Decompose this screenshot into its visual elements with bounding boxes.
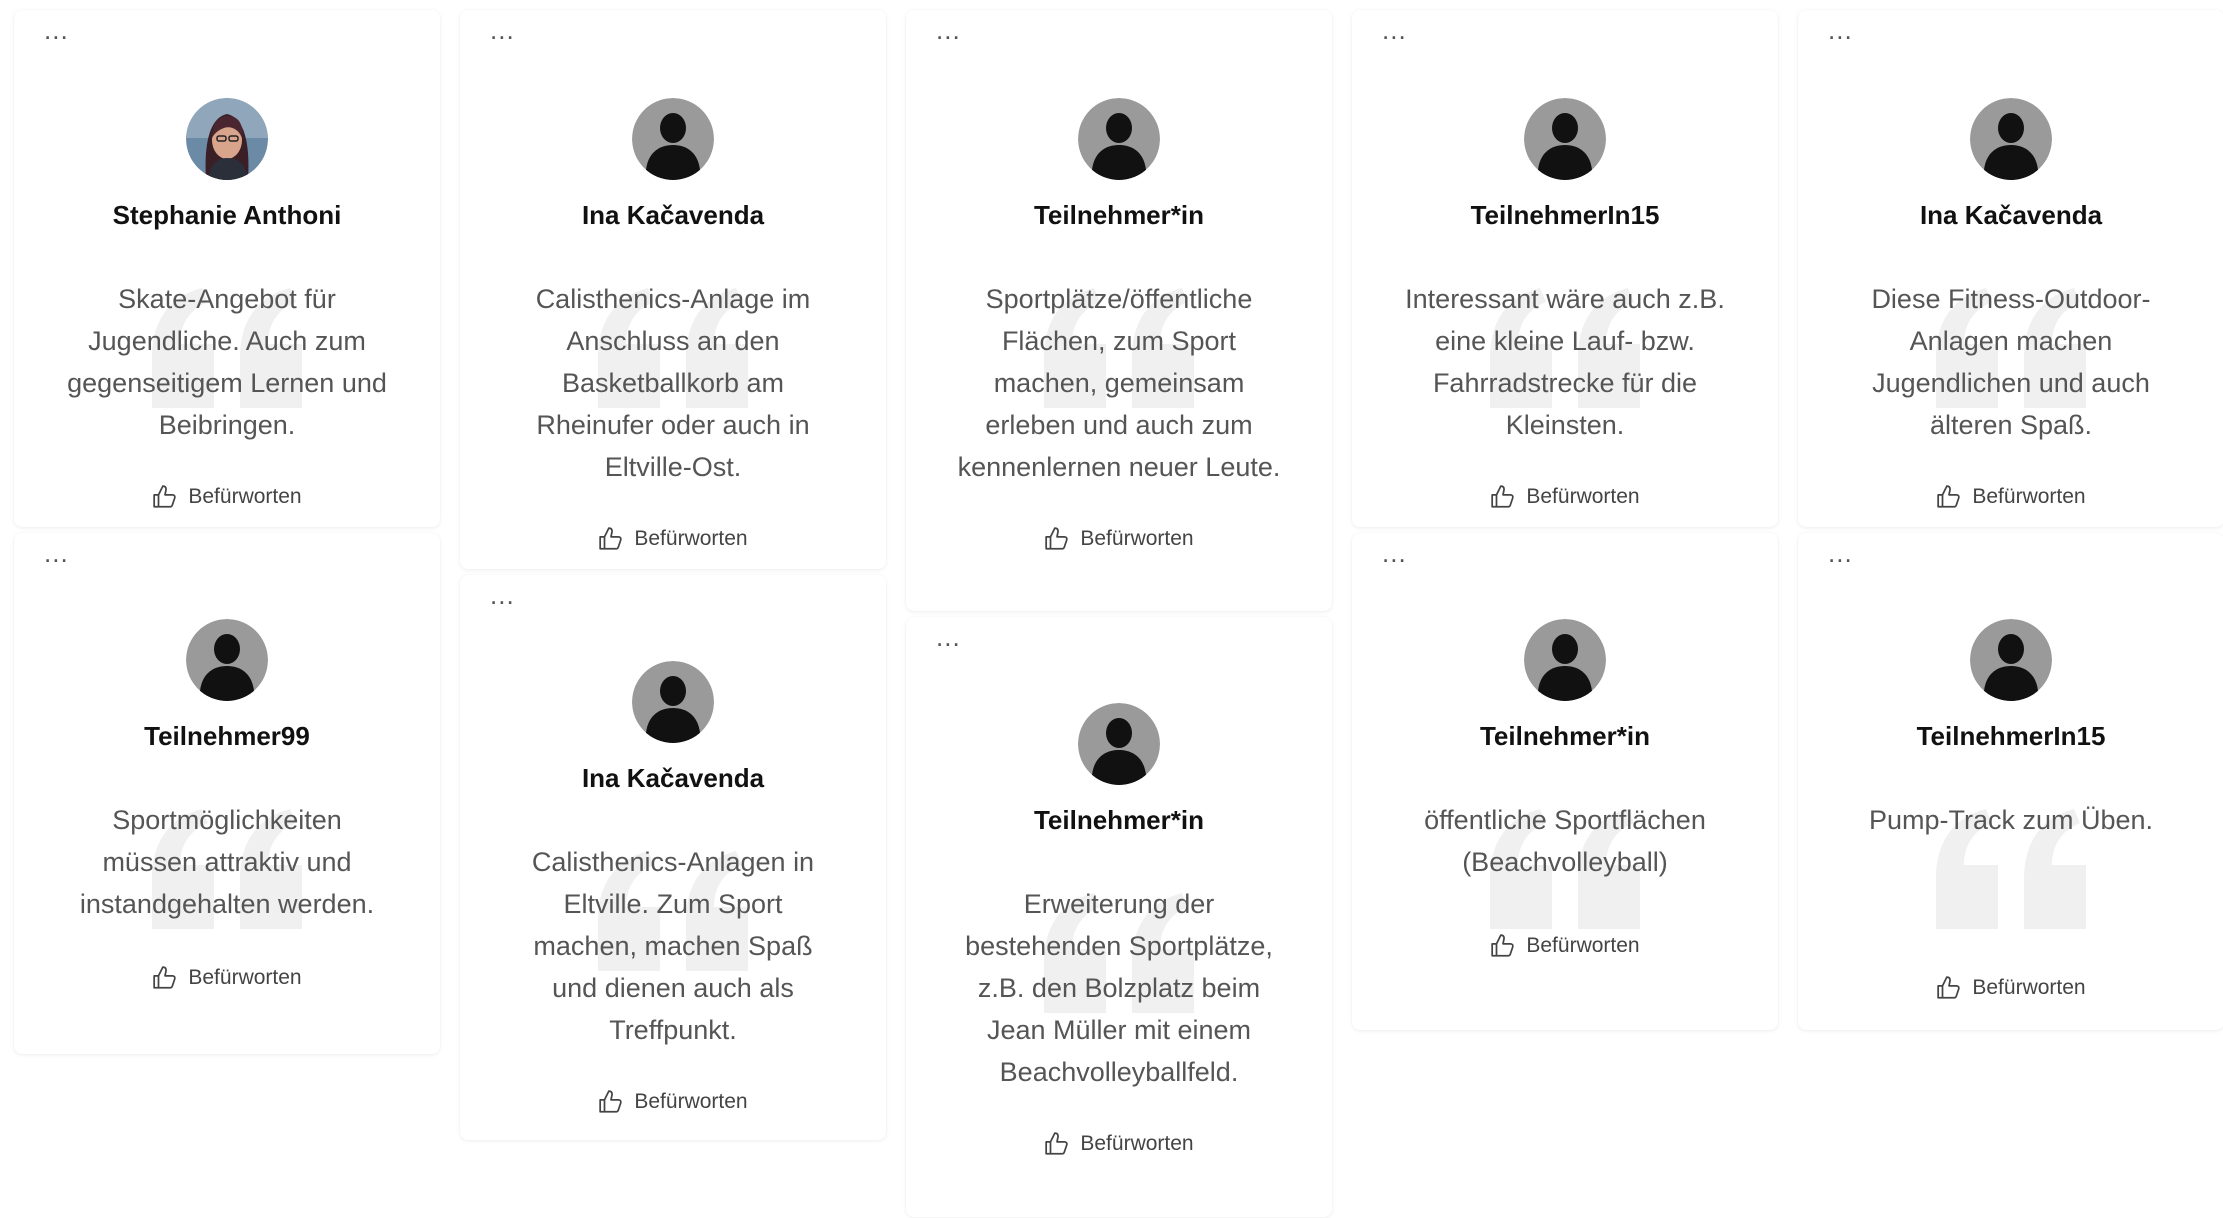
card-menu-button[interactable]: ...: [490, 582, 515, 608]
author-name[interactable]: Ina Kačavenda: [460, 761, 886, 795]
user-avatar-default: [1078, 98, 1160, 180]
idea-card: ... Stephanie Anthoni Skate-Angebot für …: [14, 10, 440, 527]
author-name[interactable]: Teilnehmer*in: [1352, 719, 1778, 753]
idea-text: Sportplätze/öffentliche Flächen, zum Spo…: [957, 284, 1281, 482]
idea-card: ... TeilnehmerIn15 Pump-Track zum Üben. …: [1798, 533, 2223, 1030]
endorse-button[interactable]: Befürworten: [1352, 933, 1778, 959]
idea-card: ... Teilnehmer*in Sportplätze/öffentlich…: [906, 10, 1332, 611]
author-name[interactable]: Ina Kačavenda: [1798, 198, 2223, 232]
thumbs-up-icon: [1045, 1132, 1069, 1155]
card-menu-button[interactable]: ...: [44, 540, 69, 566]
endorse-label: Befürworten: [1526, 485, 1640, 508]
user-avatar-default: [186, 619, 268, 701]
thumbs-up-icon: [153, 966, 177, 989]
idea-text: Pump-Track zum Üben.: [1868, 805, 2154, 835]
endorse-button[interactable]: Befürworten: [906, 1131, 1332, 1157]
endorse-button[interactable]: Befürworten: [460, 526, 886, 552]
idea-card: ... Ina Kačavenda Calisthenics-Anlage im…: [460, 10, 886, 569]
idea-card: ... Teilnehmer99 Sportmöglichkeiten müss…: [14, 533, 440, 1054]
idea-card: ... Ina Kačavenda Calisthenics-Anlagen i…: [460, 575, 886, 1140]
endorse-label: Befürworten: [1972, 485, 2086, 508]
thumbs-up-icon: [1937, 485, 1961, 508]
thumbs-up-icon: [1045, 527, 1069, 550]
board-column: ... Ina Kačavenda Calisthenics-Anlage im…: [460, 10, 886, 1140]
card-menu-button[interactable]: ...: [44, 17, 69, 43]
idea-text: Interessant wäre auch z.B. eine kleine L…: [1405, 284, 1725, 440]
endorse-label: Befürworten: [1972, 976, 2086, 999]
card-menu-button[interactable]: ...: [936, 624, 961, 650]
card-menu-button[interactable]: ...: [1828, 540, 1853, 566]
board-column: ... Ina Kačavenda Diese Fitness-Outdoor-…: [1798, 10, 2223, 1030]
user-avatar-default: [632, 661, 714, 743]
endorse-button[interactable]: Befürworten: [906, 526, 1332, 552]
endorse-button[interactable]: Befürworten: [14, 965, 440, 991]
user-avatar-default: [1970, 619, 2052, 701]
thumbs-up-icon: [1937, 976, 1961, 999]
thumbs-up-icon: [599, 527, 623, 550]
endorse-label: Befürworten: [188, 966, 302, 989]
thumbs-up-icon: [599, 1090, 623, 1113]
card-menu-button[interactable]: ...: [1382, 17, 1407, 43]
endorse-button[interactable]: Befürworten: [460, 1089, 886, 1115]
idea-text: Erweiterung der bestehenden Sportplätze,…: [965, 889, 1273, 1087]
card-menu-button[interactable]: ...: [1382, 540, 1407, 566]
thumbs-up-icon: [153, 485, 177, 508]
endorse-label: Befürworten: [1526, 934, 1640, 957]
idea-board: ... Stephanie Anthoni Skate-Angebot für …: [0, 0, 2223, 1218]
endorse-label: Befürworten: [634, 527, 748, 550]
card-menu-button[interactable]: ...: [936, 17, 961, 43]
idea-text: Skate-Angebot für Jugendliche. Auch zum …: [67, 284, 387, 440]
idea-text: Calisthenics-Anlage im Anschluss an den …: [535, 284, 811, 482]
card-menu-button[interactable]: ...: [1828, 17, 1853, 43]
idea-text: Sportmöglichkeiten müssen attraktiv und …: [79, 805, 375, 919]
author-name[interactable]: TeilnehmerIn15: [1798, 719, 2223, 753]
board-column: ... Teilnehmer*in Sportplätze/öffentlich…: [906, 10, 1332, 1217]
idea-card: ... Ina Kačavenda Diese Fitness-Outdoor-…: [1798, 10, 2223, 527]
endorse-label: Befürworten: [1080, 1132, 1194, 1155]
idea-text: Calisthenics-Anlagen in Eltville. Zum Sp…: [531, 847, 815, 1045]
endorse-button[interactable]: Befürworten: [1798, 975, 2223, 1001]
idea-text: öffentliche Sportflächen (Beachvolleybal…: [1424, 805, 1706, 877]
idea-text: Diese Fitness-Outdoor-Anlagen machen Jug…: [1871, 284, 2151, 440]
board-column: ... TeilnehmerIn15 Interessant wäre auch…: [1352, 10, 1778, 1030]
idea-card: ... Teilnehmer*in Erweiterung der besteh…: [906, 617, 1332, 1217]
user-avatar-default: [1524, 98, 1606, 180]
idea-card: ... Teilnehmer*in öffentliche Sportfläch…: [1352, 533, 1778, 1030]
endorse-button[interactable]: Befürworten: [1352, 484, 1778, 510]
user-avatar-default: [1524, 619, 1606, 701]
user-avatar-default: [1078, 703, 1160, 785]
author-name[interactable]: Teilnehmer*in: [906, 803, 1332, 837]
endorse-label: Befürworten: [1080, 527, 1194, 550]
user-avatar-photo: [186, 98, 268, 180]
user-avatar-default: [632, 98, 714, 180]
endorse-label: Befürworten: [188, 485, 302, 508]
endorse-label: Befürworten: [634, 1090, 748, 1113]
thumbs-up-icon: [1491, 485, 1515, 508]
author-name[interactable]: Teilnehmer*in: [906, 198, 1332, 232]
author-name[interactable]: Teilnehmer99: [14, 719, 440, 753]
author-name[interactable]: TeilnehmerIn15: [1352, 198, 1778, 232]
thumbs-up-icon: [1491, 934, 1515, 957]
board-column: ... Stephanie Anthoni Skate-Angebot für …: [14, 10, 440, 1054]
idea-card: ... TeilnehmerIn15 Interessant wäre auch…: [1352, 10, 1778, 527]
endorse-button[interactable]: Befürworten: [1798, 484, 2223, 510]
user-avatar-default: [1970, 98, 2052, 180]
author-name[interactable]: Stephanie Anthoni: [14, 198, 440, 232]
endorse-button[interactable]: Befürworten: [14, 484, 440, 510]
author-name[interactable]: Ina Kačavenda: [460, 198, 886, 232]
card-menu-button[interactable]: ...: [490, 17, 515, 43]
